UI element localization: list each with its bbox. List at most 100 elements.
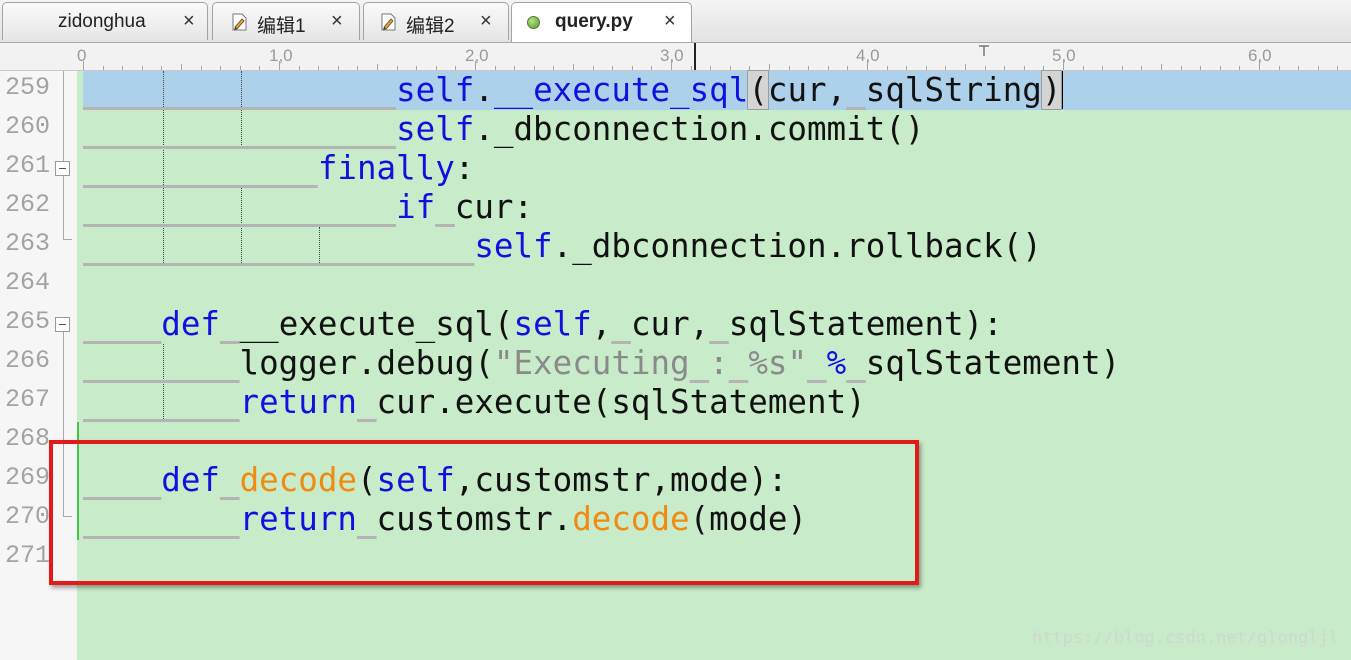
ruler-tick [847, 66, 849, 70]
ruler-tick [690, 66, 692, 70]
ruler-tick [1121, 66, 1123, 70]
ruler-tick [867, 61, 868, 70]
edge-marker-icon [979, 45, 989, 56]
ruler-tick [259, 66, 261, 70]
ruler-tick [1278, 66, 1280, 70]
ruler-tick [749, 66, 751, 70]
line-number: 266 [4, 346, 50, 375]
line-number: 261 [4, 151, 50, 180]
ruler-tick [533, 66, 535, 70]
ruler-tick [396, 66, 398, 70]
ruler-tick [945, 66, 947, 70]
ruler-tick [612, 66, 614, 70]
ruler-tick [573, 64, 574, 70]
ruler-tick [965, 64, 966, 70]
tab-label: query.py [555, 11, 633, 32]
tab-label: zidonghua [58, 11, 146, 32]
line-number: 260 [4, 112, 50, 141]
ruler-tick [494, 66, 496, 70]
ruler-label: 0 [77, 46, 87, 65]
ruler-tick [1180, 66, 1182, 70]
fold-collapse-icon[interactable] [55, 317, 70, 332]
ruler-tick [83, 61, 84, 70]
ruler-tick [769, 64, 770, 70]
fold-collapse-icon[interactable] [55, 161, 70, 176]
code-line[interactable]: return cur.execute(sqlStatement) [83, 383, 866, 422]
ruler-tick [1219, 66, 1221, 70]
ruler-tick [1082, 66, 1084, 70]
ruler-tick [651, 66, 653, 70]
line-number: 259 [4, 73, 50, 102]
code-line[interactable]: self._dbconnection.commit() [83, 110, 924, 149]
line-number: 263 [4, 229, 50, 258]
close-icon[interactable]: × [664, 10, 676, 33]
ruler-tick [710, 66, 712, 70]
line-number: 264 [4, 268, 50, 297]
code-line[interactable]: def __execute_sql(self, cur, sqlStatemen… [83, 305, 1002, 344]
close-icon[interactable]: × [480, 10, 492, 33]
line-number: 268 [4, 424, 50, 453]
line-number: 271 [4, 541, 50, 570]
code-line[interactable]: if cur: [83, 188, 533, 227]
code-line[interactable]: finally: [83, 149, 475, 188]
ruler-label: 2,0 [465, 46, 489, 65]
green-dot-icon [527, 16, 540, 29]
close-icon[interactable]: × [331, 10, 343, 33]
line-number: 265 [4, 307, 50, 336]
ruler-tick [279, 61, 280, 70]
ruler-tick [553, 66, 555, 70]
ruler-tick [475, 61, 476, 70]
ruler-tick [808, 66, 810, 70]
ruler-tick [357, 66, 359, 70]
ruler-tick [906, 66, 908, 70]
ruler-tick [671, 61, 672, 70]
close-icon[interactable]: × [183, 10, 195, 33]
tab-edit2[interactable]: 编辑2 × [363, 2, 509, 40]
tab-label: 编辑2 [406, 16, 455, 37]
ruler-tick [886, 66, 888, 70]
tab-zidonghua[interactable]: zidonghua × [2, 2, 208, 40]
ruler-tick [435, 66, 437, 70]
code-line[interactable]: self.__execute_sql(cur, sqlString) [83, 70, 1064, 110]
ruler-tick [122, 66, 124, 70]
ruler-tick [239, 66, 241, 70]
fold-guide [63, 176, 64, 239]
ruler-tick [1200, 66, 1202, 70]
ruler-tick [592, 66, 594, 70]
ruler-tick [377, 64, 378, 70]
ruler-tick [1023, 66, 1025, 70]
annotation-highlight-box [49, 440, 919, 585]
ruler-tick [1337, 66, 1339, 70]
ruler-tick [514, 66, 516, 70]
ruler-tick [925, 66, 927, 70]
ruler-tick [141, 66, 143, 70]
ruler-tick [984, 66, 986, 70]
ruler-tick [1298, 66, 1300, 70]
code-line[interactable]: self._dbconnection.rollback() [83, 227, 1041, 266]
line-number: 267 [4, 385, 50, 414]
ruler-tick [1317, 66, 1319, 70]
document-pencil-icon [232, 13, 247, 31]
line-number: 262 [4, 190, 50, 219]
ruler-tick [200, 66, 202, 70]
ruler-tick [102, 66, 104, 70]
tab-edit1[interactable]: 编辑1 × [212, 2, 360, 40]
ruler-tick [455, 66, 457, 70]
fold-guide [63, 71, 64, 161]
ruler-tick [1141, 66, 1143, 70]
ruler-tick [788, 66, 790, 70]
tab-query-py[interactable]: query.py × [511, 2, 692, 42]
document-pencil-icon [381, 13, 396, 31]
watermark: https://blog.csdn.net/glongljl [1031, 628, 1339, 648]
line-number: 269 [4, 463, 50, 492]
tab-label: 编辑1 [257, 16, 306, 37]
ruler-caret-marker [694, 43, 696, 70]
ruler-tick [416, 66, 418, 70]
ruler-tick [318, 66, 320, 70]
column-ruler: 0 1,0 2,0 3,0 4,0 5,0 6,0 [0, 43, 1351, 71]
ruler-tick [1043, 66, 1045, 70]
ruler-tick [1063, 61, 1064, 70]
code-line[interactable]: logger.debug("Executing : %s" % sqlState… [83, 344, 1121, 383]
ruler-label: 1,0 [269, 46, 293, 65]
ruler-tick [827, 66, 829, 70]
